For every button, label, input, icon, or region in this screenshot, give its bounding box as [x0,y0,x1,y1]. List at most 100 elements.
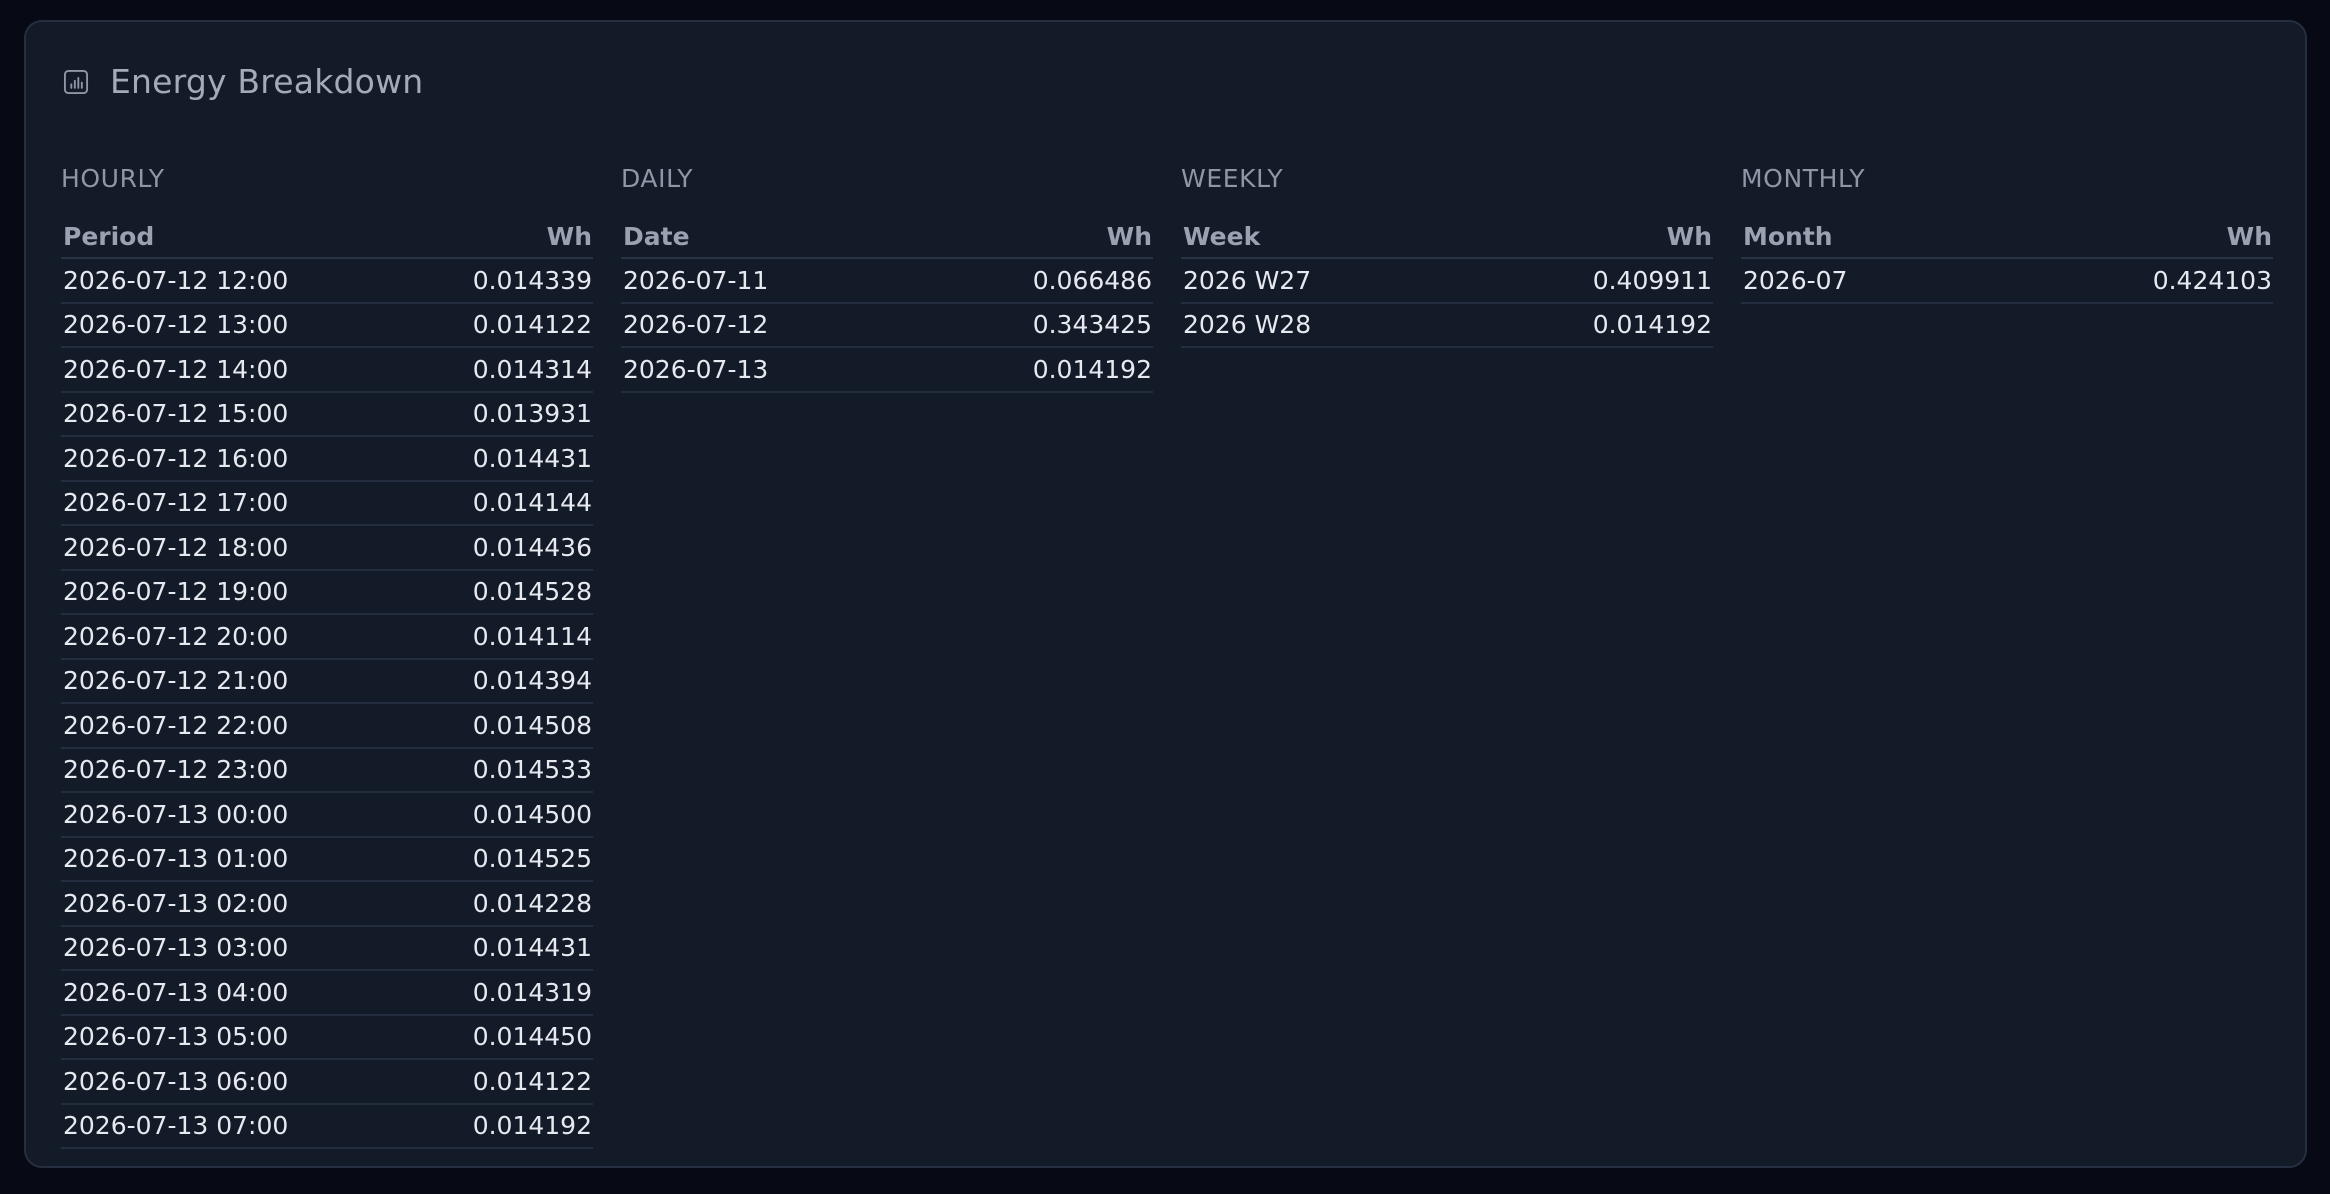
table-row: 2026-07-13 02:00 0.014228 [61,881,593,927]
column-header-value: Wh [1989,215,2273,259]
period-cell: 2026-07-12 [621,302,913,348]
wh-cell: 0.014500 [407,792,593,838]
period-cell: 2026-07 [1741,258,1990,304]
table-row: 2026 W27 0.409911 [1181,258,1713,304]
wh-cell: 0.014528 [407,569,593,615]
period-cell: 2026-07-13 07:00 [61,1103,408,1149]
period-cell: 2026-07-12 13:00 [61,302,408,348]
table-row: 2026-07-12 20:00 0.014114 [61,614,593,660]
table-row: 2026-07-13 0.014192 [621,347,1153,393]
wh-cell: 0.014450 [407,1014,593,1060]
wh-cell: 0.014192 [407,1103,593,1149]
period-cell: 2026-07-12 21:00 [61,658,408,704]
period-cell: 2026-07-13 00:00 [61,792,408,838]
wh-cell: 0.014122 [407,1059,593,1105]
hourly-table: Period Wh 2026-07-12 12:00 0.014339 2026-07-… [61,215,593,1149]
wh-cell: 0.014228 [407,881,593,927]
period-cell: 2026-07-12 22:00 [61,703,408,749]
table-row: 2026-07-12 17:00 0.014144 [61,480,593,526]
table-header-row: Week Wh [1181,215,1713,259]
section-hourly: HOURLY Period Wh 2026-07-12 12:00 0.014339 20… [61,164,593,1149]
wh-cell: 0.014192 [1456,302,1713,348]
card-title: Energy Breakdown [110,62,424,101]
table-row: 2026-07 0.424103 [1741,258,2273,304]
wh-cell: 0.343425 [912,302,1153,348]
table-row: 2026-07-12 14:00 0.014314 [61,347,593,393]
table-row: 2026-07-12 23:00 0.014533 [61,747,593,793]
wh-cell: 0.014436 [407,525,593,571]
table-row: 2026-07-12 16:00 0.014431 [61,436,593,482]
table-row: 2026-07-12 19:00 0.014528 [61,569,593,615]
period-cell: 2026-07-13 05:00 [61,1014,408,1060]
wh-cell: 0.014144 [407,480,593,526]
table-row: 2026-07-12 12:00 0.014339 [61,258,593,304]
wh-cell: 0.014319 [407,970,593,1016]
period-cell: 2026-07-13 01:00 [61,836,408,882]
column-header-value: Wh [912,215,1153,259]
table-row: 2026-07-13 06:00 0.014122 [61,1059,593,1105]
period-cell: 2026-07-12 23:00 [61,747,408,793]
wh-cell: 0.014431 [407,925,593,971]
wh-cell: 0.013931 [407,391,593,437]
table-header-row: Date Wh [621,215,1153,259]
column-header-label: Date [621,215,913,259]
period-cell: 2026-07-13 04:00 [61,970,408,1016]
breakdown-sections: HOURLY Period Wh 2026-07-12 12:00 0.014339 20… [61,164,2273,1149]
section-title: DAILY [621,164,694,193]
period-cell: 2026-07-12 14:00 [61,347,408,393]
section-monthly: MONTHLY Month Wh 2026-07 0.424103 [1741,164,2273,1149]
table-row: 2026-07-13 07:00 0.014192 [61,1103,593,1149]
wh-cell: 0.014431 [407,436,593,482]
period-cell: 2026-07-13 02:00 [61,881,408,927]
table-row: 2026-07-11 0.066486 [621,258,1153,304]
table-row: 2026-07-12 15:00 0.013931 [61,391,593,437]
wh-cell: 0.014394 [407,658,593,704]
column-header-value: Wh [407,215,593,259]
period-cell: 2026-07-13 03:00 [61,925,408,971]
wh-cell: 0.066486 [912,258,1153,304]
section-weekly: WEEKLY Week Wh 2026 W27 0.409911 2026 W28 0.01… [1181,164,1713,1149]
column-header-label: Week [1181,215,1457,259]
daily-table: Date Wh 2026-07-11 0.066486 2026-07-12 0.3434… [621,215,1153,393]
table-row: 2026-07-13 05:00 0.014450 [61,1014,593,1060]
table-row: 2026-07-13 00:00 0.014500 [61,792,593,838]
table-row: 2026 W28 0.014192 [1181,302,1713,348]
wh-cell: 0.014122 [407,302,593,348]
column-header-label: Month [1741,215,1990,259]
period-cell: 2026-07-13 [621,347,913,393]
table-header-row: Period Wh [61,215,593,259]
wh-cell: 0.424103 [1989,258,2273,304]
weekly-table: Week Wh 2026 W27 0.409911 2026 W28 0.014192 [1181,215,1713,348]
wh-cell: 0.014192 [912,347,1153,393]
wh-cell: 0.014339 [407,258,593,304]
table-row: 2026-07-12 22:00 0.014508 [61,703,593,749]
table-row: 2026-07-13 03:00 0.014431 [61,925,593,971]
section-title: MONTHLY [1741,164,1866,193]
table-row: 2026-07-13 04:00 0.014319 [61,970,593,1016]
table-header-row: Month Wh [1741,215,2273,259]
wh-cell: 0.014314 [407,347,593,393]
table-row: 2026-07-12 18:00 0.014436 [61,525,593,571]
energy-breakdown-card: Energy Breakdown HOURLY Period Wh 2026-07-1… [24,20,2307,1168]
section-daily: DAILY Date Wh 2026-07-11 0.066486 2026-07-12 0… [621,164,1153,1149]
period-cell: 2026-07-12 15:00 [61,391,408,437]
period-cell: 2026-07-12 16:00 [61,436,408,482]
wh-cell: 0.014508 [407,703,593,749]
period-cell: 2026 W28 [1181,302,1457,348]
period-cell: 2026 W27 [1181,258,1457,304]
period-cell: 2026-07-13 06:00 [61,1059,408,1105]
table-row: 2026-07-12 21:00 0.014394 [61,658,593,704]
section-title: WEEKLY [1181,164,1284,193]
period-cell: 2026-07-12 12:00 [61,258,408,304]
bar-chart-icon [63,69,89,94]
wh-cell: 0.014525 [407,836,593,882]
column-header-value: Wh [1456,215,1713,259]
period-cell: 2026-07-12 19:00 [61,569,408,615]
monthly-table: Month Wh 2026-07 0.424103 [1741,215,2273,304]
wh-cell: 0.014114 [407,614,593,660]
period-cell: 2026-07-11 [621,258,913,304]
table-row: 2026-07-12 0.343425 [621,302,1153,348]
card-header: Energy Breakdown [62,62,423,101]
wh-cell: 0.014533 [407,747,593,793]
table-row: 2026-07-12 13:00 0.014122 [61,302,593,348]
